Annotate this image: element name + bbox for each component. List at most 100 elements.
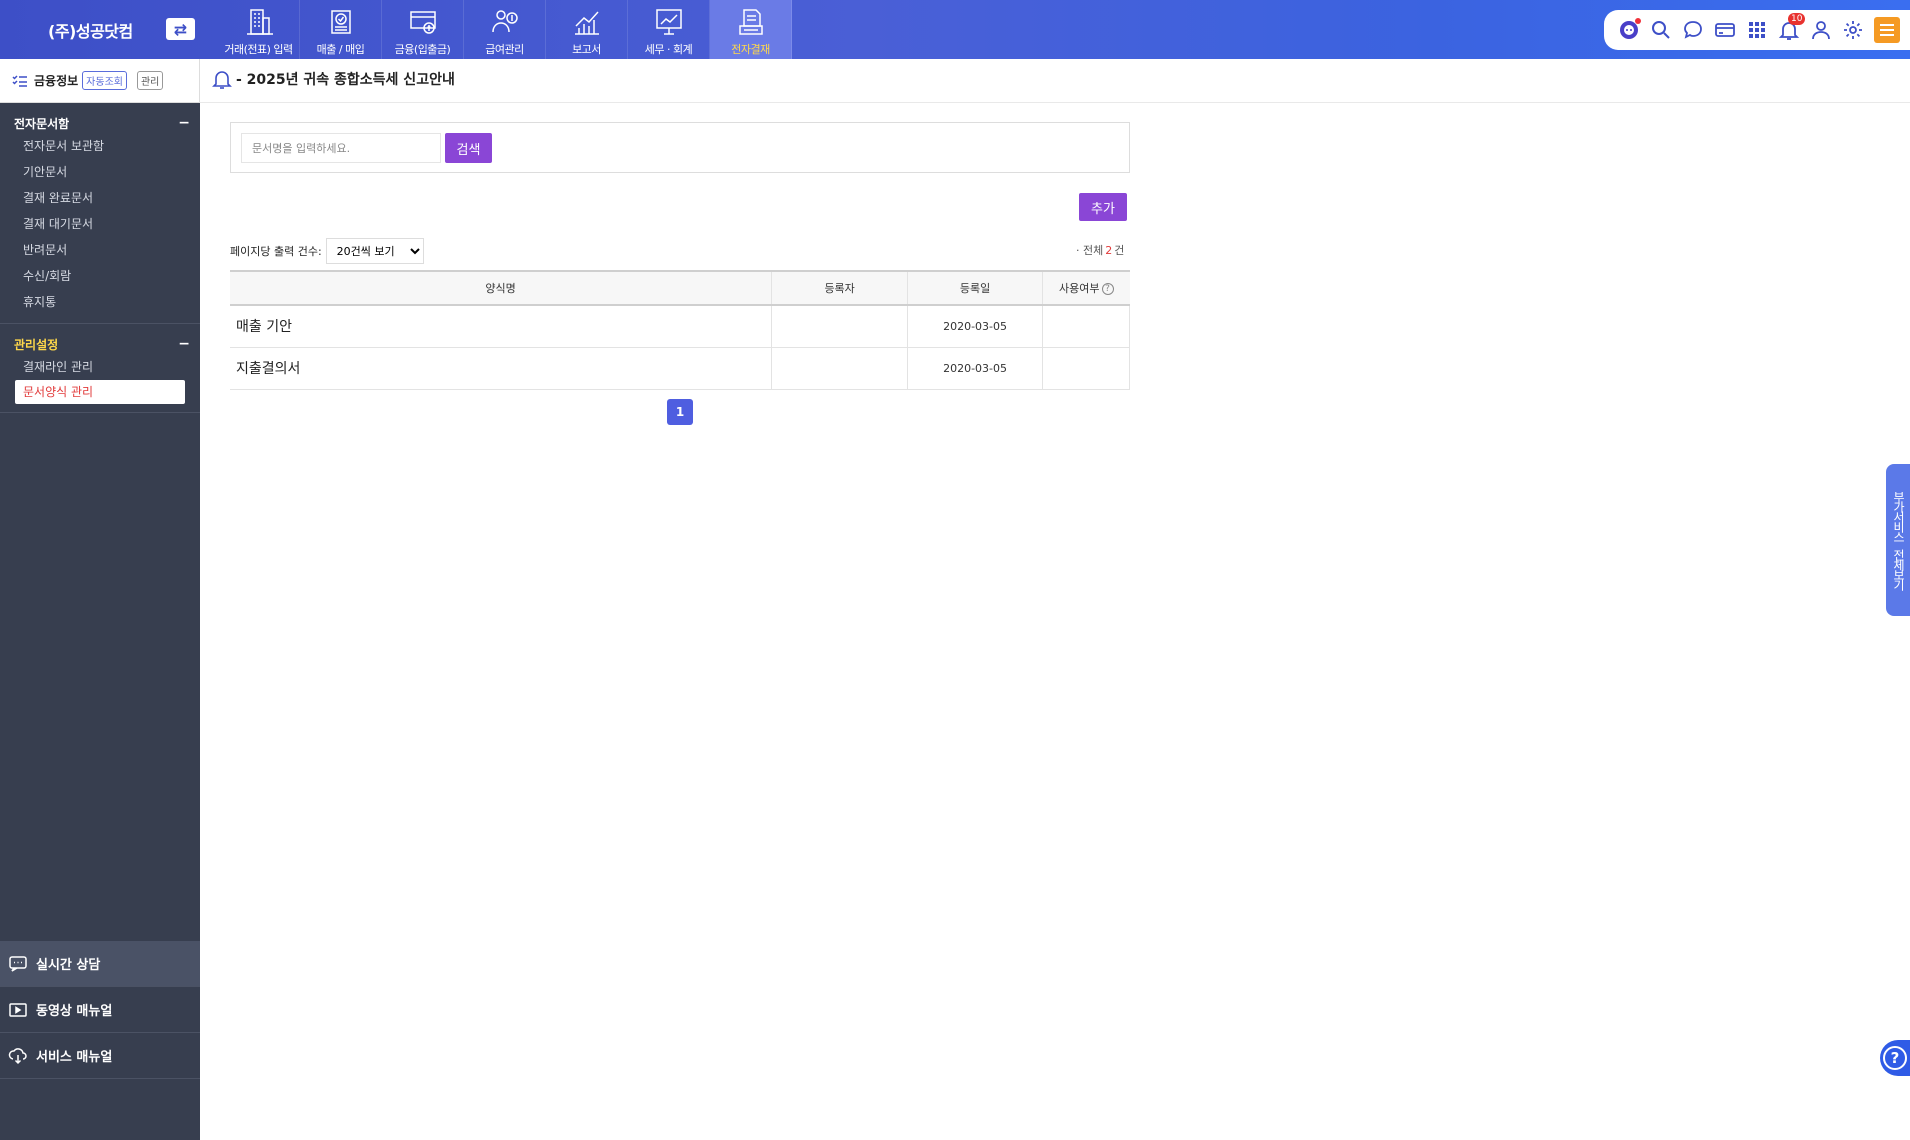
hamburger-menu-icon[interactable] bbox=[1874, 17, 1900, 43]
card-icon[interactable] bbox=[1714, 19, 1736, 41]
nav-label: 매출 / 매입 bbox=[316, 43, 365, 56]
divider bbox=[200, 102, 1910, 103]
section-header[interactable]: 전자문서함 − bbox=[0, 113, 200, 133]
nav-label: 금융(입출금) bbox=[394, 43, 451, 56]
document-stack-icon bbox=[738, 9, 763, 35]
search-icon[interactable] bbox=[1650, 19, 1672, 41]
column-author[interactable]: 등록자 bbox=[771, 270, 909, 306]
tab-line-1: 부가서비스 bbox=[1891, 491, 1906, 541]
in-use-cell bbox=[1042, 347, 1130, 390]
presentation-icon bbox=[655, 9, 682, 35]
sidebar-item-approved[interactable]: 결재 완료문서 bbox=[0, 185, 200, 211]
chart-icon bbox=[574, 11, 599, 35]
nav-item-reports[interactable]: 보고서 bbox=[546, 0, 628, 59]
user-icon[interactable] bbox=[1810, 19, 1832, 41]
per-page-select[interactable]: 20건씩 보기 bbox=[325, 238, 424, 264]
top-bar: (주)성공닷컴 ⇄ 거래(전표) 입력 매출 / 매입 금융(입출금) 급여관리… bbox=[0, 0, 1910, 59]
checklist-icon bbox=[12, 74, 27, 87]
addon-services-tab[interactable]: 부가서비스 전체보기 bbox=[1886, 464, 1910, 616]
section-admin: 관리설정 − 결재라인 관리 문서양식 관리 bbox=[0, 324, 200, 413]
section-title: 관리설정 bbox=[14, 337, 59, 352]
sidebar-item-rejected[interactable]: 반려문서 bbox=[0, 237, 200, 263]
search-panel: 검색 bbox=[230, 122, 1130, 173]
nav-item-finance[interactable]: 금융(입출금) bbox=[382, 0, 464, 59]
bank-card-icon bbox=[409, 11, 436, 34]
nav-label: 보고서 bbox=[572, 43, 601, 56]
form-name-cell[interactable]: 지출결의서 bbox=[230, 347, 773, 390]
search-input[interactable] bbox=[241, 133, 441, 163]
section-title: 전자문서함 bbox=[14, 116, 70, 131]
nav-label: 거래(전표) 입력 bbox=[224, 43, 293, 56]
brand: (주)성공닷컴 ⇄ bbox=[0, 0, 200, 59]
section-header[interactable]: 관리설정 − bbox=[0, 334, 200, 354]
author-cell bbox=[771, 347, 909, 390]
section-e-docs: 전자문서함 − 전자문서 보관함 기안문서 결재 완료문서 결재 대기문서 반려… bbox=[0, 103, 200, 324]
column-in-use[interactable]: 사용여부? bbox=[1042, 270, 1130, 306]
gear-icon[interactable] bbox=[1842, 19, 1864, 41]
finance-title: 금융정보 bbox=[34, 74, 79, 88]
column-date[interactable]: 등록일 bbox=[907, 270, 1044, 306]
nav-label: 세무 · 회계 bbox=[644, 43, 693, 56]
per-page-control: 페이지당 출력 건수: 20건씩 보기 bbox=[230, 238, 424, 264]
help-button[interactable]: ? bbox=[1880, 1040, 1910, 1076]
chat-icon bbox=[9, 955, 27, 972]
nav-item-tax-accounting[interactable]: 세무 · 회계 bbox=[628, 0, 710, 59]
nav-item-transactions[interactable]: 거래(전표) 입력 bbox=[218, 0, 300, 59]
notice-banner[interactable]: - 2025년 귀속 종합소득세 신고안내 bbox=[212, 68, 455, 90]
video-icon bbox=[9, 1002, 27, 1017]
swap-icon[interactable]: ⇄ bbox=[166, 18, 195, 40]
total-count: · 전체 2 건 bbox=[1076, 242, 1124, 258]
message-icon[interactable] bbox=[1682, 19, 1704, 41]
date-cell: 2020-03-05 bbox=[907, 347, 1044, 390]
collapse-icon[interactable]: − bbox=[178, 115, 190, 131]
form-name-cell[interactable]: 매출 기안 bbox=[230, 305, 773, 348]
video-manual-button[interactable]: 동영상 매뉴얼 bbox=[0, 987, 200, 1033]
table-header-row: 양식명 등록자 등록일 사용여부? bbox=[230, 270, 1130, 306]
form-table: 양식명 등록자 등록일 사용여부? 매출 기안 2020-03-05 지출결의서… bbox=[230, 270, 1130, 390]
service-manual-button[interactable]: 서비스 매뉴얼 bbox=[0, 1033, 200, 1079]
apps-grid-icon[interactable] bbox=[1746, 19, 1768, 41]
total-prefix: · 전체 bbox=[1076, 244, 1104, 257]
sidebar: 금융정보 자동조회 관리 전자문서함 − 전자문서 보관함 기안문서 결재 완료… bbox=[0, 59, 200, 1140]
column-form-name[interactable]: 양식명 bbox=[230, 270, 773, 306]
in-use-cell bbox=[1042, 305, 1130, 348]
help-icon[interactable]: ? bbox=[1101, 283, 1114, 295]
bell-icon[interactable]: 10 bbox=[1778, 13, 1806, 41]
auto-lookup-tag[interactable]: 자동조회 bbox=[82, 71, 127, 90]
bottom-item-label: 실시간 상담 bbox=[36, 958, 101, 973]
sidebar-item-doc-storage[interactable]: 전자문서 보관함 bbox=[0, 133, 200, 159]
cloud-download-icon bbox=[8, 1047, 27, 1064]
invoice-check-icon bbox=[330, 10, 351, 34]
chatbot-icon[interactable] bbox=[1618, 18, 1641, 41]
sidebar-item-form-manage[interactable]: 문서양식 관리 bbox=[15, 380, 185, 404]
sidebar-item-pending[interactable]: 결재 대기문서 bbox=[0, 211, 200, 237]
nav-label: 급여관리 bbox=[485, 43, 524, 56]
sidebar-item-approval-line[interactable]: 결재라인 관리 bbox=[0, 354, 200, 380]
nav-item-payroll[interactable]: 급여관리 bbox=[464, 0, 546, 59]
collapse-icon[interactable]: − bbox=[178, 336, 190, 352]
table-row[interactable]: 매출 기안 2020-03-05 bbox=[230, 305, 1130, 348]
total-suffix: 건 bbox=[1114, 244, 1125, 257]
question-icon: ? bbox=[1883, 1046, 1907, 1070]
live-chat-button[interactable]: 실시간 상담 bbox=[0, 941, 200, 987]
table-row[interactable]: 지출결의서 2020-03-05 bbox=[230, 347, 1130, 390]
payroll-icon bbox=[491, 10, 518, 33]
manage-tag[interactable]: 관리 bbox=[136, 71, 164, 90]
sidebar-item-trash[interactable]: 휴지통 bbox=[0, 289, 200, 315]
new-dot bbox=[1635, 18, 1641, 24]
column-in-use-label: 사용여부 bbox=[1059, 282, 1100, 295]
sidebar-item-received[interactable]: 수신/회람 bbox=[0, 263, 200, 289]
sidebar-bottom: 실시간 상담 동영상 매뉴얼 서비스 매뉴얼 bbox=[0, 941, 200, 1079]
nav-item-sales-purchase[interactable]: 매출 / 매입 bbox=[300, 0, 382, 59]
sidebar-item-drafts[interactable]: 기안문서 bbox=[0, 159, 200, 185]
nav-item-e-approval[interactable]: 전자결재 bbox=[710, 0, 792, 59]
search-button[interactable]: 검색 bbox=[445, 133, 492, 163]
bottom-item-label: 동영상 매뉴얼 bbox=[36, 1004, 113, 1019]
pagination-page-1[interactable]: 1 bbox=[667, 399, 693, 425]
nav-label: 전자결재 bbox=[731, 43, 770, 56]
main-nav: 거래(전표) 입력 매출 / 매입 금융(입출금) 급여관리 보고서 세무 · … bbox=[218, 0, 792, 59]
finance-bar: 금융정보 자동조회 관리 bbox=[0, 59, 200, 103]
add-button[interactable]: 추가 bbox=[1079, 193, 1127, 221]
company-name[interactable]: (주)성공닷컴 bbox=[48, 18, 133, 42]
bell-icon bbox=[212, 71, 232, 89]
